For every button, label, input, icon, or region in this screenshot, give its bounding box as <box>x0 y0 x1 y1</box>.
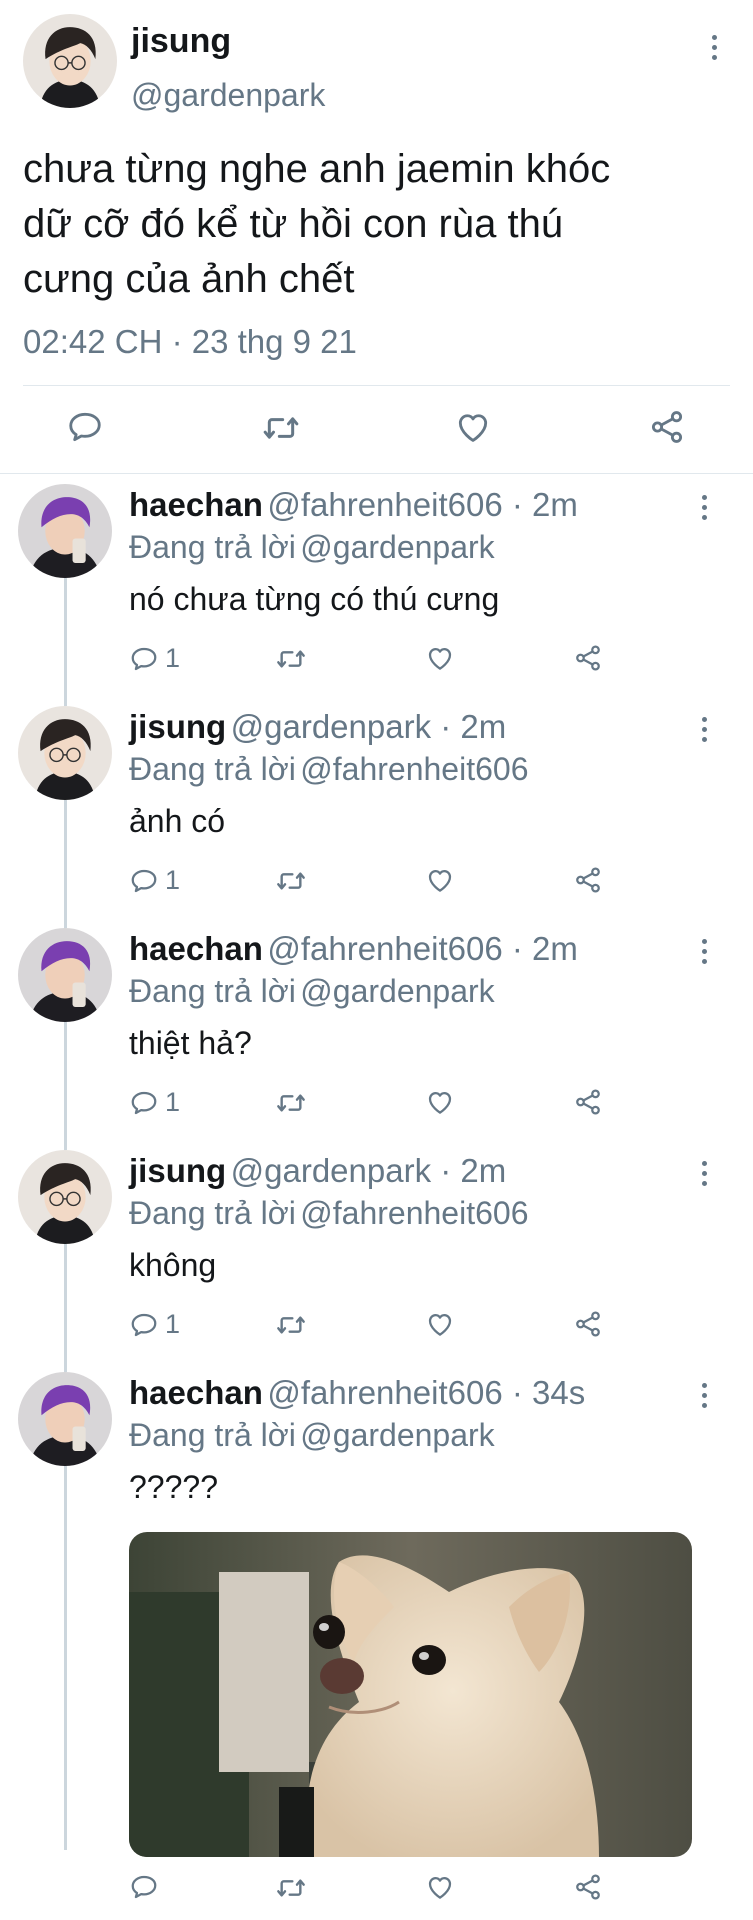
share-icon[interactable] <box>648 408 686 446</box>
reply-icon <box>129 644 159 674</box>
more-vertical-icon[interactable] <box>700 1161 708 1186</box>
tweet-text-line: cưng của ảnh chết <box>23 257 355 301</box>
reply-tweet[interactable]: jisung @gardenpark · 2m Đang trả lời @fa… <box>0 1146 753 1368</box>
author-handle[interactable]: @gardenpark · 2m <box>231 1152 507 1189</box>
reply-icon <box>129 1310 159 1340</box>
reply-text: nó chưa từng có thú cưng <box>129 581 500 617</box>
reply-tweet[interactable]: haechan @fahrenheit606 · 2m Đang trả lời… <box>0 480 753 702</box>
replying-to-link[interactable]: @gardenpark <box>300 973 494 1009</box>
tweet-text-line: chưa từng nghe anh jaemin khóc <box>23 147 611 191</box>
retweet-icon[interactable] <box>261 408 301 448</box>
reply-count: 1 <box>165 643 181 673</box>
author-name[interactable]: jisung <box>129 1152 226 1189</box>
author-handle[interactable]: @fahrenheit606 · 2m <box>267 930 578 967</box>
author-handle[interactable]: @gardenpark · 2m <box>231 708 507 745</box>
more-vertical-icon[interactable] <box>700 939 708 964</box>
reply-icon <box>129 1088 159 1118</box>
replying-to-label: Đang trả lời <box>129 529 296 565</box>
reply-icon[interactable] <box>129 1872 159 1902</box>
author-handle[interactable]: @fahrenheit606 · 34s <box>267 1374 585 1411</box>
replying-to-link[interactable]: @gardenpark <box>300 1417 494 1453</box>
replying-to-link[interactable]: @fahrenheit606 <box>300 1195 528 1231</box>
reply-count: 1 <box>165 865 181 895</box>
like-icon[interactable] <box>454 408 492 446</box>
tweet-timestamp[interactable]: 02:42 CH · 23 thg 9 21 <box>23 323 357 361</box>
like-icon[interactable] <box>425 865 455 895</box>
reply-icon[interactable] <box>66 408 104 446</box>
more-vertical-icon[interactable] <box>700 1383 708 1408</box>
avatar[interactable] <box>18 1150 112 1244</box>
author-handle[interactable]: @gardenpark <box>131 77 325 114</box>
author-name[interactable]: haechan <box>129 486 263 523</box>
replying-to-label: Đang trả lời <box>129 973 296 1009</box>
divider <box>23 385 730 386</box>
share-icon[interactable] <box>573 865 603 895</box>
like-icon[interactable] <box>425 1309 455 1339</box>
retweet-icon[interactable] <box>275 1087 307 1119</box>
like-icon[interactable] <box>425 1087 455 1117</box>
avatar[interactable] <box>23 14 117 108</box>
reply-action[interactable]: 1 <box>129 865 180 896</box>
share-icon[interactable] <box>573 1087 603 1117</box>
tweet-image[interactable] <box>129 1532 692 1857</box>
share-icon[interactable] <box>573 1309 603 1339</box>
more-vertical-icon[interactable] <box>700 717 708 742</box>
reply-action[interactable]: 1 <box>129 1087 180 1118</box>
replying-to-label: Đang trả lời <box>129 751 296 787</box>
share-icon[interactable] <box>573 1872 603 1902</box>
author-name[interactable]: haechan <box>129 930 263 967</box>
reply-text: thiệt hả? <box>129 1025 252 1061</box>
reply-action[interactable]: 1 <box>129 1309 180 1340</box>
author-handle[interactable]: @fahrenheit606 · 2m <box>267 486 578 523</box>
reply-count: 1 <box>165 1087 181 1117</box>
replying-to-link[interactable]: @gardenpark <box>300 529 494 565</box>
reply-icon <box>129 866 159 896</box>
more-vertical-icon[interactable] <box>700 495 708 520</box>
reply-action[interactable]: 1 <box>129 643 180 674</box>
retweet-icon[interactable] <box>275 1872 307 1904</box>
reply-text: ????? <box>129 1469 218 1505</box>
reply-tweet[interactable]: haechan @fahrenheit606 · 2m Đang trả lời… <box>0 924 753 1146</box>
like-icon[interactable] <box>425 643 455 673</box>
author-name[interactable]: haechan <box>129 1374 263 1411</box>
more-vertical-icon[interactable] <box>710 35 718 60</box>
divider <box>0 473 753 474</box>
tweet-text-line: dữ cỡ đó kể từ hồi con rùa thú <box>23 202 564 246</box>
tweet-actions <box>0 408 753 448</box>
tweet-text: chưa từng nghe anh jaemin khóc dữ cỡ đó … <box>23 142 610 307</box>
author-name[interactable]: jisung <box>129 708 226 745</box>
avatar[interactable] <box>18 706 112 800</box>
avatar[interactable] <box>18 1372 112 1466</box>
retweet-icon[interactable] <box>275 865 307 897</box>
replying-to-label: Đang trả lời <box>129 1417 296 1453</box>
reply-text: ảnh có <box>129 803 226 839</box>
replying-to-label: Đang trả lời <box>129 1195 296 1231</box>
author-name[interactable]: jisung <box>131 22 231 61</box>
reply-count: 1 <box>165 1309 181 1339</box>
retweet-icon[interactable] <box>275 643 307 675</box>
reply-text: không <box>129 1247 217 1283</box>
share-icon[interactable] <box>573 643 603 673</box>
like-icon[interactable] <box>425 1872 455 1902</box>
retweet-icon[interactable] <box>275 1309 307 1341</box>
avatar[interactable] <box>18 484 112 578</box>
reply-tweet[interactable]: jisung @gardenpark · 2m Đang trả lời @fa… <box>0 702 753 924</box>
avatar[interactable] <box>18 928 112 1022</box>
replying-to-link[interactable]: @fahrenheit606 <box>300 751 528 787</box>
reply-tweet[interactable]: haechan @fahrenheit606 · 34s Đang trả lờ… <box>0 1368 753 1920</box>
